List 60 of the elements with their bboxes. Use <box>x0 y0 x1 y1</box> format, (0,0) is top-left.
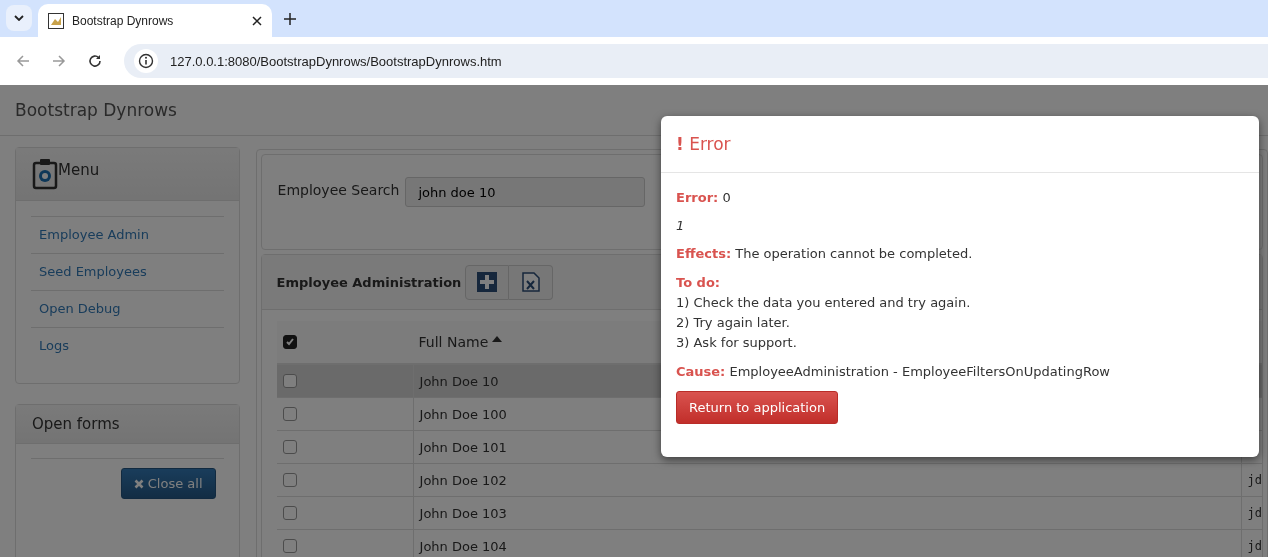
row-checkbox[interactable] <box>282 374 297 388</box>
close-icon <box>133 478 144 489</box>
menu-link[interactable]: Seed Employees <box>31 253 224 290</box>
cause-text: Cause: EmployeeAdministration - EmployeeFiltersOnUpdatingRow <box>676 363 1111 381</box>
search-label: Employee Search <box>277 182 400 198</box>
row-checkbox[interactable] <box>282 407 297 421</box>
excel-export-button[interactable] <box>509 264 554 300</box>
column-header[interactable]: Full Name <box>418 334 489 350</box>
table-cell: John Doe 100 <box>419 406 507 422</box>
favicon-icon <box>48 12 64 29</box>
table-cell: John Doe 101 <box>419 439 507 455</box>
select-all-checkbox[interactable] <box>282 335 297 349</box>
dialog-title: ! Error <box>676 134 731 154</box>
app-title: Bootstrap Dynrows <box>15 100 177 120</box>
table-cell: John Doe 103 <box>419 505 507 521</box>
table-row[interactable]: John Doe 103 jd <box>276 497 1262 530</box>
error-code-text: Error: 0 <box>676 189 732 207</box>
panel-title: Open forms <box>32 415 120 433</box>
close-all-button[interactable]: Close all <box>120 468 216 499</box>
reload-icon[interactable] <box>88 54 102 68</box>
panel-title: Menu <box>58 161 100 179</box>
table-row[interactable]: John Doe 102 jd <box>276 464 1262 497</box>
row-checkbox[interactable] <box>282 473 297 487</box>
tab-list-button[interactable] <box>6 5 32 31</box>
row-checkbox[interactable] <box>282 506 297 520</box>
close-icon[interactable] <box>252 15 262 26</box>
return-button[interactable]: Return to application <box>676 391 839 424</box>
new-tab-icon[interactable] <box>284 13 296 25</box>
table-cell: John Doe 104 <box>419 538 507 554</box>
table-cell: John Doe 10 <box>419 373 499 389</box>
add-button[interactable] <box>465 264 510 300</box>
forward-icon[interactable] <box>52 54 66 68</box>
menu-link[interactable]: Employee Admin <box>31 216 224 253</box>
info-icon[interactable] <box>134 49 158 73</box>
back-icon[interactable] <box>16 54 30 68</box>
detail-text: 1 <box>676 217 686 235</box>
clipboard-icon <box>32 158 58 190</box>
chevron-down-icon <box>14 15 24 21</box>
table-row[interactable]: John Doe 104 jd <box>276 530 1262 557</box>
todo-item: 1) Check the data you entered and try again. <box>676 294 972 312</box>
address-bar[interactable]: 127.0.0.1:8080/BootstrapDynrows/BootstrapDynrows.htm <box>124 44 1268 78</box>
table-cell: jd <box>1247 539 1262 553</box>
todo-label: To do: <box>676 274 722 292</box>
menu-link[interactable]: Logs <box>31 327 224 364</box>
plus-icon <box>477 272 498 292</box>
row-checkbox[interactable] <box>282 440 297 454</box>
url-text: 127.0.0.1:8080/BootstrapDynrows/BootstrapDynrows.htm <box>170 53 502 69</box>
excel-file-icon <box>521 272 540 292</box>
tab-title: Bootstrap Dynrows <box>72 13 175 28</box>
browser-tab[interactable]: Bootstrap Dynrows <box>38 4 272 37</box>
todo-item: 3) Ask for support. <box>676 334 798 352</box>
row-checkbox[interactable] <box>282 539 297 553</box>
todo-item: 2) Try again later. <box>676 314 791 332</box>
menu-link[interactable]: Open Debug <box>31 290 224 327</box>
effects-text: Effects: The operation cannot be completed. <box>676 245 974 263</box>
panel-title: Employee Administration <box>276 274 462 290</box>
search-field[interactable]: john doe 10 <box>405 177 646 207</box>
table-cell: jd <box>1247 473 1262 487</box>
table-cell: jd <box>1247 506 1262 520</box>
table-cell: John Doe 102 <box>419 472 507 488</box>
